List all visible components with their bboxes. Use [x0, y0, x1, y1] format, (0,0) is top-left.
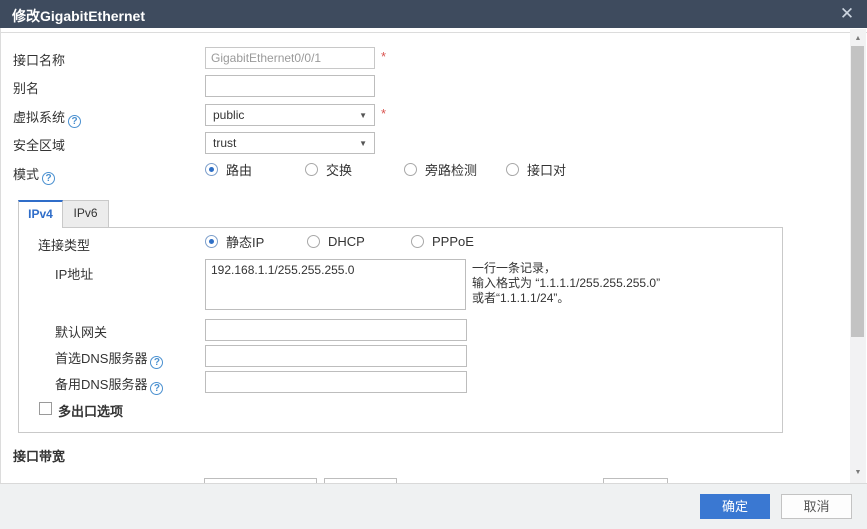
mode-label-text: 模式: [13, 167, 39, 182]
scroll-down-icon[interactable]: ▼: [850, 467, 866, 479]
primary-dns-label: 首选DNS服务器?: [55, 348, 163, 369]
secondary-dns-input[interactable]: [205, 371, 467, 393]
radio-label: 交换: [326, 160, 352, 179]
interface-name-input: [205, 47, 375, 69]
chevron-down-icon: ▼: [359, 111, 367, 120]
radio-icon: [307, 235, 320, 248]
mode-radio-route[interactable]: 路由: [205, 161, 252, 177]
conn-radio-dhcp[interactable]: DHCP: [307, 233, 365, 249]
virtual-system-value: public: [213, 108, 244, 122]
secondary-dns-label-text: 备用DNS服务器: [55, 377, 147, 392]
radio-label: 接口对: [527, 160, 566, 179]
secondary-dns-label: 备用DNS服务器?: [55, 374, 163, 395]
radio-label: DHCP: [328, 234, 365, 249]
conn-radio-pppoe[interactable]: PPPoE: [411, 233, 474, 249]
help-icon[interactable]: ?: [150, 356, 163, 369]
hint-line: 输入格式为 “1.1.1.1/255.255.255.0”: [472, 276, 660, 291]
radio-label: 静态IP: [226, 232, 264, 251]
security-zone-value: trust: [213, 136, 236, 150]
radio-icon: [411, 235, 424, 248]
mode-radio-interface-pair[interactable]: 接口对: [506, 161, 566, 177]
ip-address-label: IP地址: [55, 264, 93, 283]
radio-label: PPPoE: [432, 234, 474, 249]
help-icon[interactable]: ?: [42, 172, 55, 185]
radio-icon: [205, 235, 218, 248]
default-gateway-label: 默认网关: [55, 322, 107, 341]
ok-button[interactable]: 确定: [700, 494, 770, 519]
divider: [0, 32, 867, 33]
radio-icon: [404, 163, 417, 176]
multi-exit-checkbox[interactable]: [39, 402, 52, 415]
interface-name-label: 接口名称: [13, 50, 65, 69]
radio-icon: [205, 163, 218, 176]
alias-input[interactable]: [205, 75, 375, 97]
radio-label: 旁路检测: [425, 160, 477, 179]
virtual-system-label-text: 虚拟系统: [13, 110, 65, 125]
primary-dns-input[interactable]: [205, 345, 467, 367]
scroll-up-icon[interactable]: ▲: [850, 33, 866, 45]
security-zone-select[interactable]: trust ▼: [205, 132, 375, 154]
dialog-titlebar: 修改GigabitEthernet ✕: [0, 0, 867, 28]
dialog-title: 修改GigabitEthernet: [12, 6, 145, 26]
mode-radio-bypass[interactable]: 旁路检测: [404, 161, 477, 177]
scrollbar-thumb[interactable]: [851, 46, 864, 337]
help-icon[interactable]: ?: [150, 382, 163, 395]
hint-line: 或者“1.1.1.1/24”。: [472, 291, 660, 306]
ip-address-textarea[interactable]: 192.168.1.1/255.255.255.0: [205, 259, 466, 310]
tab-ipv4[interactable]: IPv4: [18, 200, 63, 228]
virtual-system-select[interactable]: public ▼: [205, 104, 375, 126]
help-icon[interactable]: ?: [68, 115, 81, 128]
cancel-button[interactable]: 取消: [781, 494, 852, 519]
mode-label: 模式?: [13, 164, 55, 185]
primary-dns-label-text: 首选DNS服务器: [55, 351, 147, 366]
dialog-left-border: [0, 28, 1, 529]
alias-label: 别名: [13, 78, 39, 97]
hint-line: 一行一条记录，: [472, 261, 660, 276]
multi-exit-label: 多出口选项: [58, 401, 123, 420]
vertical-scrollbar[interactable]: ▲ ▼: [850, 29, 866, 483]
connection-type-label: 连接类型: [38, 235, 90, 254]
required-marker: *: [381, 49, 386, 64]
bandwidth-section-title: 接口带宽: [13, 446, 65, 465]
virtual-system-label: 虚拟系统?: [13, 107, 81, 128]
required-marker: *: [381, 106, 386, 121]
tab-ipv6[interactable]: IPv6: [62, 200, 109, 228]
security-zone-label: 安全区域: [13, 135, 65, 154]
modify-interface-dialog: 修改GigabitEthernet ✕ 接口名称 * 别名 虚拟系统? publ…: [0, 0, 867, 529]
ip-format-hint: 一行一条记录， 输入格式为 “1.1.1.1/255.255.255.0” 或者…: [472, 261, 660, 306]
default-gateway-input[interactable]: [205, 319, 467, 341]
radio-icon: [506, 163, 519, 176]
close-icon[interactable]: ✕: [836, 3, 858, 25]
radio-icon: [305, 163, 318, 176]
conn-radio-static-ip[interactable]: 静态IP: [205, 233, 264, 249]
mode-radio-switch[interactable]: 交换: [305, 161, 352, 177]
chevron-down-icon: ▼: [359, 139, 367, 148]
radio-label: 路由: [226, 160, 252, 179]
